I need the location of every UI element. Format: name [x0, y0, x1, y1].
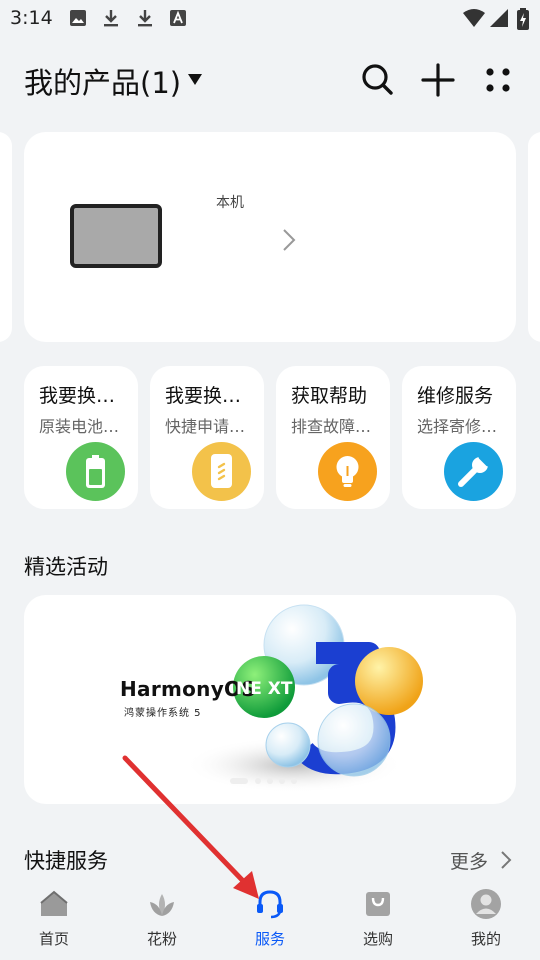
status-bar: 3:14: [0, 0, 540, 36]
banner-subtitle: 鸿蒙操作系统 5: [124, 708, 202, 719]
tab-label: 首页: [38, 930, 69, 948]
next-device-card-peek[interactable]: [528, 132, 540, 342]
download-icon: [104, 10, 118, 27]
service-card-title: 我要换…: [165, 385, 242, 407]
status-time: 3:14: [10, 7, 53, 29]
page-title[interactable]: 我的产品(1): [24, 60, 181, 102]
more-icon[interactable]: [478, 60, 518, 100]
service-card-help[interactable]: 获取帮助 排查故障…: [276, 366, 390, 509]
tab-profile[interactable]: 我的: [432, 878, 540, 960]
carousel-indicator: [230, 778, 297, 784]
service-card-title: 维修服务: [417, 385, 494, 407]
shopping-bag-icon: [366, 892, 390, 916]
battery-charging-icon: [517, 8, 529, 30]
wifi-icon: [463, 9, 485, 27]
profile-icon: [471, 889, 501, 919]
tab-community[interactable]: 花粉: [108, 878, 216, 960]
service-card-title: 获取帮助: [291, 385, 368, 407]
service-card-title: 我要换…: [39, 385, 116, 407]
search-icon[interactable]: [357, 60, 397, 100]
bottom-tab-bar: 首页 花粉 服务 选购 我的: [0, 878, 540, 960]
tab-label: 服务: [254, 930, 285, 948]
previous-device-card-peek[interactable]: [0, 132, 12, 342]
chevron-right-icon[interactable]: [282, 228, 296, 252]
tab-home[interactable]: 首页: [0, 878, 108, 960]
service-card-subtitle: 选择寄修…: [417, 417, 498, 436]
service-card-subtitle: 原装电池…: [39, 417, 120, 436]
harmonyos-artwork: [184, 604, 423, 793]
download-icon: [138, 10, 152, 27]
tab-label: 选购: [362, 930, 393, 948]
service-card-subtitle: 排查故障…: [291, 417, 372, 436]
wrench-icon: [444, 442, 503, 501]
more-link[interactable]: 更多: [450, 847, 488, 874]
add-icon[interactable]: [418, 60, 458, 100]
service-card-subtitle: 快捷申请…: [165, 417, 246, 436]
service-card-battery[interactable]: 我要换… 原装电池…: [24, 366, 138, 509]
font-icon: [170, 10, 186, 26]
device-label: 本机: [216, 195, 244, 211]
image-icon: [70, 10, 86, 26]
battery-icon: [66, 442, 125, 501]
page-header: 我的产品(1): [0, 48, 540, 112]
lightbulb-icon: [318, 442, 377, 501]
tab-label: 花粉: [146, 930, 177, 948]
lotus-icon: [150, 894, 174, 916]
service-card-replace[interactable]: 我要换… 快捷申请…: [150, 366, 264, 509]
featured-banner[interactable]: HarmonyOS 鸿蒙操作系统 5 NE XT 5: [24, 595, 516, 804]
tab-label: 我的: [470, 930, 501, 948]
device-card[interactable]: 本机: [24, 132, 516, 342]
tablet-icon: [70, 204, 162, 268]
tab-service[interactable]: 服务: [216, 878, 324, 960]
service-card-repair[interactable]: 维修服务 选择寄修…: [402, 366, 516, 509]
featured-section-title: 精选活动: [24, 555, 108, 579]
banner-badge-text: NE XT: [236, 679, 293, 699]
tab-shop[interactable]: 选购: [324, 878, 432, 960]
headset-icon: [257, 890, 283, 919]
phone-replace-icon: [192, 442, 251, 501]
quick-services-title: 快捷服务: [24, 849, 108, 873]
home-icon: [40, 890, 68, 916]
signal-icon: [490, 9, 508, 27]
chevron-right-icon[interactable]: [500, 850, 512, 870]
caret-down-icon[interactable]: [188, 74, 202, 85]
